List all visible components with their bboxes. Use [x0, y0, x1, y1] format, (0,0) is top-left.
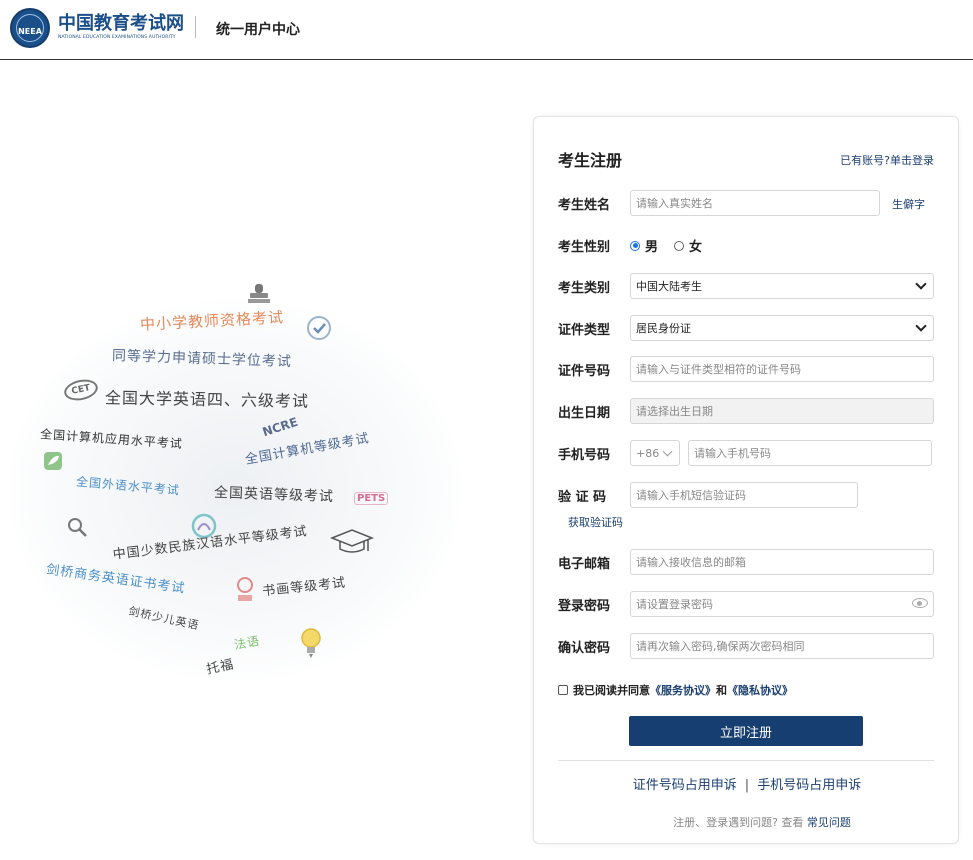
eye-icon[interactable] [912, 598, 928, 608]
phone-input[interactable] [688, 440, 932, 466]
phone-appeal-link[interactable]: 手机号码占用申诉 [757, 778, 861, 793]
top-header: NEEA 中国教育考试网 NATIONAL EDUCATION EXAMINAT… [0, 0, 973, 60]
birth-date-label: 出生日期 [558, 406, 611, 421]
category-select[interactable]: 中国大陆考生 [630, 273, 934, 299]
gender-female-option[interactable]: 女 [674, 236, 702, 255]
emblem-text: NEEA [18, 26, 42, 36]
header-title: 统一用户中心 [216, 22, 300, 38]
password-field [630, 591, 934, 617]
id-number-label: 证件号码 [558, 364, 611, 379]
sms-code-input[interactable] [630, 482, 858, 508]
email-label: 电子邮箱 [558, 557, 611, 572]
chevron-down-icon [915, 278, 927, 290]
gender-male-option[interactable]: 男 [630, 236, 658, 255]
form-title: 考生注册 [558, 151, 623, 170]
register-button[interactable]: 立即注册 [629, 716, 863, 746]
id-appeal-link[interactable]: 证件号码占用申诉 [633, 778, 737, 793]
divider [558, 760, 934, 761]
email-input[interactable] [630, 549, 934, 575]
shield-check-icon [307, 316, 331, 340]
header-divider [195, 16, 196, 38]
leaf-badge-icon [44, 452, 62, 470]
get-code-button[interactable]: 获取验证码 [568, 514, 623, 530]
word-cet: 全国大学英语四、六级考试 [104, 388, 310, 411]
appeal-links: 证件号码占用申诉 | 手机号码占用申诉 [534, 774, 960, 793]
id-type-label: 证件类型 [558, 323, 611, 338]
radio-male[interactable] [630, 240, 640, 251]
exam-word-cloud-illustration: 中小学教师资格考试 同等学力申请硕士学位考试 CET 全国大学英语四、六级考试 … [0, 270, 470, 690]
chevron-down-icon [662, 446, 673, 456]
agree-checkbox[interactable] [558, 685, 568, 695]
category-label: 考生类别 [558, 281, 611, 296]
chevron-down-icon [915, 320, 927, 332]
neea-emblem-icon: NEEA [10, 8, 50, 48]
logo-subtitle: NATIONAL EDUCATION EXAMINATIONS AUTHORIT… [58, 35, 176, 40]
name-input[interactable] [630, 190, 880, 216]
pets-badge-icon: PETS [354, 492, 389, 505]
agreement-row: 我已阅读并同意 《服务协议》 和 《隐私协议》 [558, 682, 793, 698]
privacy-agreement-link[interactable]: 《隐私协议》 [727, 682, 793, 698]
confirm-password-input[interactable] [630, 633, 934, 659]
password-input[interactable] [630, 591, 934, 617]
rare-char-link[interactable]: 生僻字 [892, 196, 925, 212]
radio-female[interactable] [674, 240, 685, 251]
gender-radio-group: 男 女 [630, 236, 718, 255]
code-label: 验 证 码 [558, 490, 607, 505]
id-type-select[interactable]: 居民身份证 [630, 315, 934, 341]
login-link[interactable]: 已有账号?单击登录 [840, 152, 934, 168]
magnifier-icon [68, 518, 87, 537]
word-pets: 全国英语等级考试 [213, 484, 335, 506]
id-number-input[interactable] [630, 356, 934, 382]
stamp-icon [248, 284, 270, 303]
name-label: 考生姓名 [558, 198, 611, 213]
phone-label: 手机号码 [558, 448, 611, 463]
lightbulb-icon [301, 628, 321, 658]
logo-title: 中国教育考试网 [58, 13, 184, 34]
graduation-cap-icon [330, 529, 374, 553]
faq-hint: 注册、登录遇到问题? 查看 常见问题 [673, 816, 851, 829]
service-agreement-link[interactable]: 《服务协议》 [650, 682, 716, 698]
brush-badge-icon [237, 577, 253, 601]
appeal-separator: | [744, 778, 750, 793]
password-label: 登录密码 [558, 599, 611, 614]
site-logo[interactable]: NEEA 中国教育考试网 NATIONAL EDUCATION EXAMINAT… [10, 8, 184, 48]
country-code-select[interactable]: +86 [630, 440, 680, 466]
gender-label: 考生性别 [558, 240, 611, 255]
birth-date-input[interactable] [630, 398, 934, 424]
faq-link[interactable]: 常见问题 [807, 816, 851, 829]
registration-card: 考生注册 已有账号?单击登录 考生姓名 生僻字 考生性别 男 女 考生类别 中国… [533, 116, 959, 844]
confirm-password-label: 确认密码 [558, 641, 611, 656]
